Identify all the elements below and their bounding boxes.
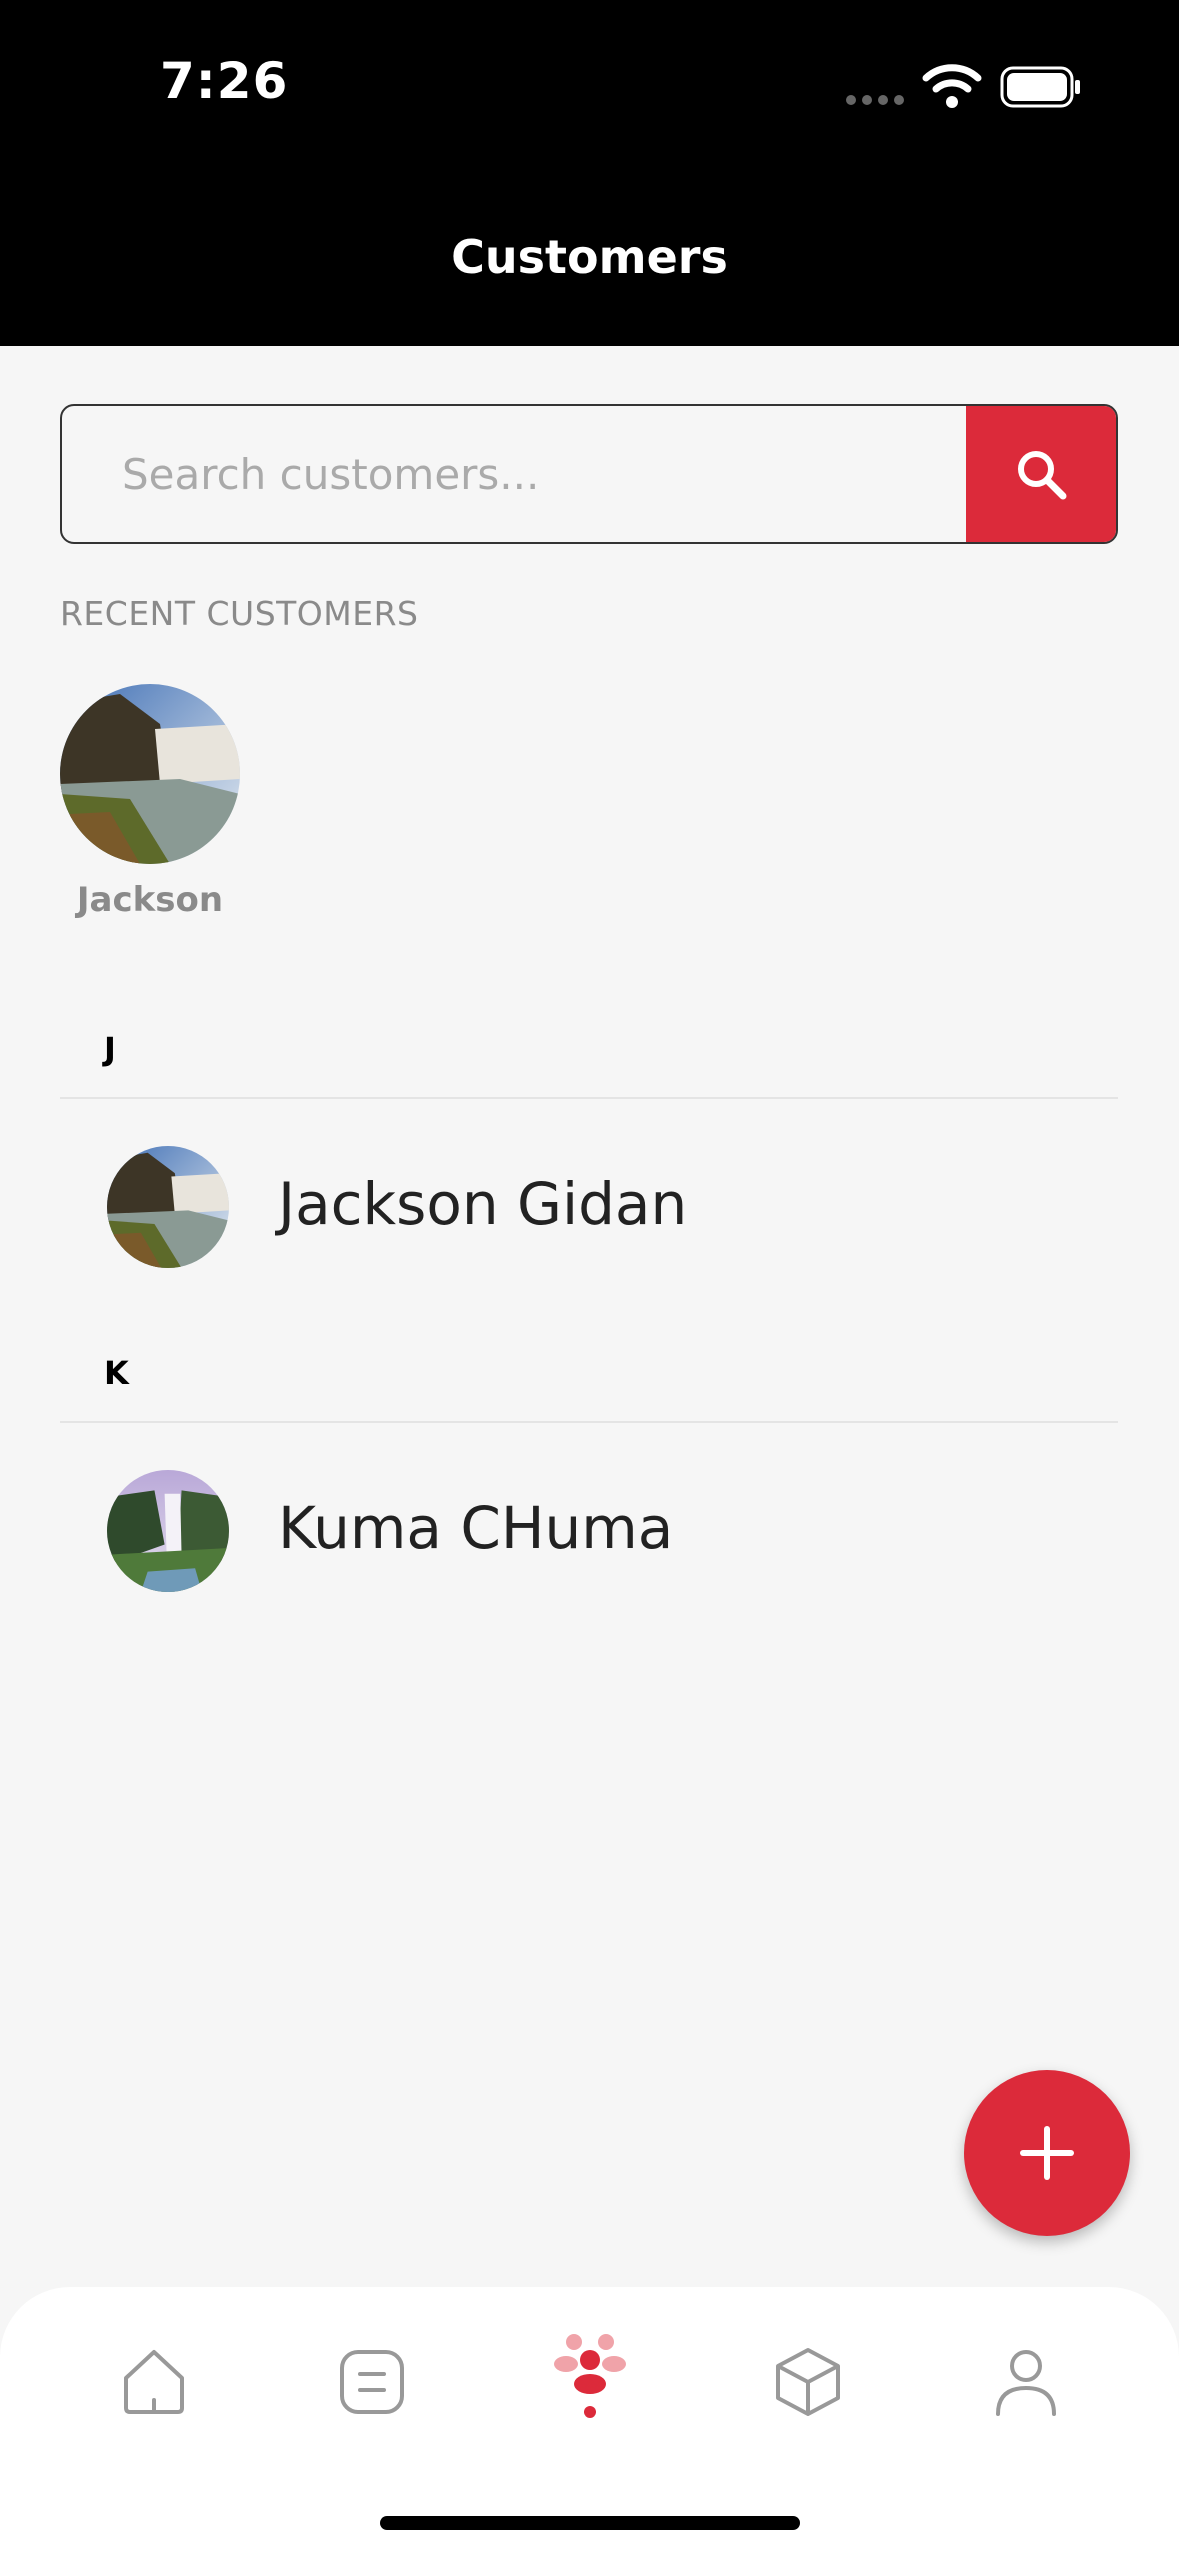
search-bar xyxy=(60,404,1118,544)
wifi-icon xyxy=(922,64,982,108)
add-customer-button[interactable] xyxy=(964,2070,1130,2236)
search-icon xyxy=(1018,451,1067,500)
status-time: 7:26 xyxy=(160,52,289,110)
search-button[interactable] xyxy=(966,406,1116,542)
products-icon xyxy=(776,2348,840,2416)
group-letter-j: J xyxy=(104,1030,116,1068)
recent-customer-name[interactable]: Jackson xyxy=(60,880,240,920)
group-letter-k: K xyxy=(104,1354,129,1392)
plus-icon xyxy=(1020,2126,1074,2180)
customer-name[interactable]: Jackson Gidan xyxy=(278,1170,687,1238)
battery-icon xyxy=(1000,66,1080,108)
search-input[interactable] xyxy=(62,406,970,542)
recent-customer-avatar[interactable] xyxy=(60,684,240,864)
home-icon xyxy=(124,2350,184,2414)
customer-name[interactable]: Kuma CHuma xyxy=(278,1494,673,1562)
profile-icon xyxy=(996,2350,1056,2416)
nav-orders[interactable] xyxy=(330,2340,414,2424)
recent-customers-label: RECENT CUSTOMERS xyxy=(60,594,419,633)
nav-home[interactable] xyxy=(112,2340,196,2424)
home-indicator xyxy=(380,2516,800,2530)
orders-icon xyxy=(340,2350,404,2414)
nav-customers[interactable] xyxy=(548,2334,632,2424)
nav-profile[interactable] xyxy=(984,2340,1068,2424)
nav-products[interactable] xyxy=(766,2340,850,2424)
divider xyxy=(60,1097,1118,1099)
cellular-signal-icon xyxy=(846,95,904,105)
customer-avatar[interactable] xyxy=(107,1470,229,1592)
customer-avatar[interactable] xyxy=(107,1146,229,1268)
divider xyxy=(60,1421,1118,1423)
page-title: Customers xyxy=(451,230,728,284)
customers-icon xyxy=(554,2334,626,2418)
